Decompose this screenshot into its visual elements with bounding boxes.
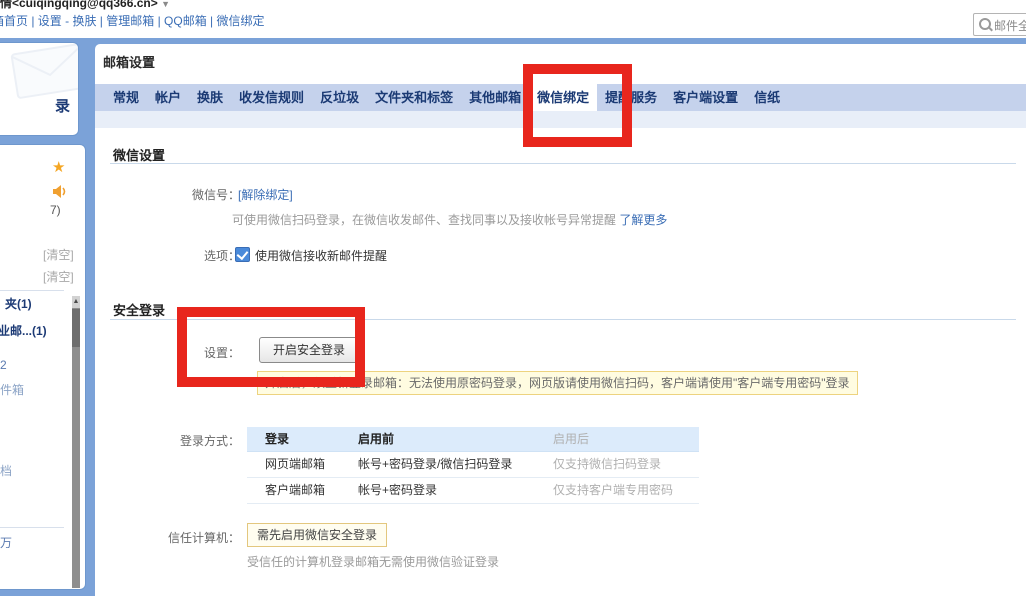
table-cell: 仅支持客户端专用密码 xyxy=(535,478,699,503)
page: 邮箱设置 常规 帐户 换肤 收发信规则 反垃圾 文件夹和标签 其他邮箱 微信绑定… xyxy=(0,0,1026,596)
search-placeholder: 邮件全 xyxy=(994,17,1026,34)
account-email-text: 情<cuiqingqing@qq366.cn> xyxy=(0,0,158,10)
unbind-link[interactable]: [解除绑定] xyxy=(238,186,293,203)
table-cell: 网页端邮箱 xyxy=(247,452,340,477)
trusted-computers-description: 受信任的计算机登录邮箱无需使用微信验证登录 xyxy=(247,553,499,570)
set-label: 设置： xyxy=(140,344,240,361)
scroll-up-icon[interactable]: ▲ xyxy=(72,296,80,308)
wechat-settings-header: 微信设置 xyxy=(113,145,165,164)
sidebar-scrollbar[interactable]: ▲ xyxy=(72,296,80,588)
enable-secure-login-button[interactable]: 开启安全登录 xyxy=(259,337,359,363)
table-header-row: 登录 启用前 启用后 xyxy=(247,427,699,452)
table-cell: 帐号+密码登录/微信扫码登录 xyxy=(340,452,535,477)
wechat-description-text: 可使用微信扫码登录，在微信收发邮件、查找同事以及接收帐号异常提醒 xyxy=(232,213,619,227)
search-icon xyxy=(979,18,991,30)
table-cell: 客户端邮箱 xyxy=(247,478,340,503)
secure-login-header: 安全登录 xyxy=(113,300,165,319)
section-divider xyxy=(110,163,1016,164)
top-nav-links[interactable]: 箱首页 | 设置 - 换肤 | 管理邮箱 | QQ邮箱 | 微信绑定 xyxy=(0,12,264,29)
search-box[interactable]: 邮件全 xyxy=(973,13,1026,36)
wechat-id-label: 微信号： xyxy=(140,186,240,203)
wechat-notify-checkbox[interactable] xyxy=(235,247,250,262)
wechat-notify-label: 使用微信接收新邮件提醒 xyxy=(255,247,387,264)
table-header-before: 启用前 xyxy=(340,427,535,451)
secure-login-warning: 开启后，须重新登录邮箱：无法使用原密码登录，网页版请使用微信扫码，客户端请使用"… xyxy=(257,371,858,395)
login-methods-label: 登录方式： xyxy=(140,432,240,449)
table-header-after: 启用后 xyxy=(535,427,699,451)
table-cell: 仅支持微信扫码登录 xyxy=(535,452,699,477)
account-email[interactable]: 情<cuiqingqing@qq366.cn> ▼ xyxy=(0,0,170,11)
top-bar: 情<cuiqingqing@qq366.cn> ▼ 箱首页 | 设置 - 换肤 … xyxy=(0,0,1026,38)
trusted-computers-label: 信任计算机： xyxy=(140,529,240,546)
wechat-description: 可使用微信扫码登录，在微信收发邮件、查找同事以及接收帐号异常提醒 了解更多 xyxy=(232,211,667,228)
options-label: 选项： xyxy=(140,247,240,264)
section-divider xyxy=(110,319,1016,320)
trusted-computers-badge: 需先启用微信安全登录 xyxy=(247,523,387,547)
table-row: 网页端邮箱 帐号+密码登录/微信扫码登录 仅支持微信扫码登录 xyxy=(247,452,699,478)
login-methods-table: 登录 启用前 启用后 网页端邮箱 帐号+密码登录/微信扫码登录 仅支持微信扫码登… xyxy=(247,427,699,504)
dropdown-arrow-icon: ▼ xyxy=(161,0,170,9)
learn-more-link[interactable]: 了解更多 xyxy=(619,213,667,227)
table-header-login: 登录 xyxy=(247,427,340,451)
table-row: 客户端邮箱 帐号+密码登录 仅支持客户端专用密码 xyxy=(247,478,699,504)
table-cell: 帐号+密码登录 xyxy=(340,478,535,503)
scrollbar-thumb[interactable] xyxy=(72,309,80,347)
